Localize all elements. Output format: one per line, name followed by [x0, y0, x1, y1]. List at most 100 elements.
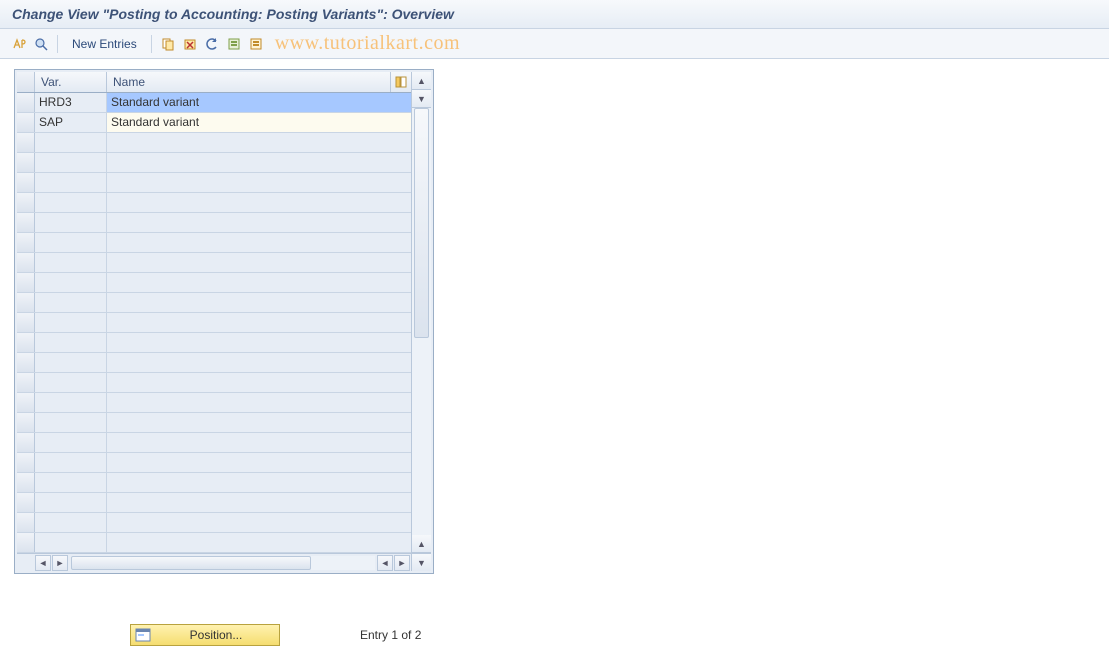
- cell-name[interactable]: [107, 273, 411, 292]
- cell-name[interactable]: [107, 133, 411, 152]
- row-selector[interactable]: [17, 413, 35, 432]
- cell-var[interactable]: [35, 253, 107, 272]
- cell-var[interactable]: [35, 173, 107, 192]
- table-row-empty[interactable]: [17, 153, 411, 173]
- cell-name[interactable]: [107, 253, 411, 272]
- cell-name[interactable]: [107, 353, 411, 372]
- position-button[interactable]: Position...: [130, 624, 280, 646]
- cell-name[interactable]: [107, 533, 411, 552]
- cell-var[interactable]: [35, 313, 107, 332]
- row-selector[interactable]: [17, 293, 35, 312]
- table-row-empty[interactable]: [17, 293, 411, 313]
- row-selector[interactable]: [17, 253, 35, 272]
- cell-var[interactable]: HRD3: [35, 93, 107, 112]
- cell-name[interactable]: [107, 393, 411, 412]
- cell-var[interactable]: [35, 433, 107, 452]
- table-row-empty[interactable]: [17, 373, 411, 393]
- table-row-empty[interactable]: [17, 353, 411, 373]
- hscroll-left-icon[interactable]: ◄: [35, 555, 51, 571]
- row-selector[interactable]: [17, 153, 35, 172]
- cell-name[interactable]: [107, 213, 411, 232]
- column-header-name[interactable]: Name: [107, 72, 391, 92]
- cell-var[interactable]: [35, 393, 107, 412]
- cell-name[interactable]: [107, 233, 411, 252]
- cell-var[interactable]: [35, 213, 107, 232]
- row-selector[interactable]: [17, 113, 35, 132]
- row-selector[interactable]: [17, 513, 35, 532]
- cell-var[interactable]: [35, 193, 107, 212]
- cell-name[interactable]: [107, 473, 411, 492]
- cell-var[interactable]: [35, 453, 107, 472]
- select-all-header[interactable]: [17, 72, 35, 92]
- cell-name[interactable]: [107, 453, 411, 472]
- toggle-display-icon[interactable]: [10, 35, 28, 53]
- table-row-empty[interactable]: [17, 313, 411, 333]
- table-row-empty[interactable]: [17, 273, 411, 293]
- table-row-empty[interactable]: [17, 333, 411, 353]
- cell-name[interactable]: [107, 293, 411, 312]
- vscroll-down2-icon[interactable]: ▼: [412, 553, 431, 571]
- cell-var[interactable]: [35, 333, 107, 352]
- cell-name[interactable]: [107, 193, 411, 212]
- row-selector[interactable]: [17, 133, 35, 152]
- row-selector[interactable]: [17, 233, 35, 252]
- hscroll-thumb[interactable]: [71, 556, 311, 570]
- cell-name[interactable]: [107, 173, 411, 192]
- table-row-empty[interactable]: [17, 393, 411, 413]
- table-row-empty[interactable]: [17, 493, 411, 513]
- table-row-empty[interactable]: [17, 133, 411, 153]
- cell-name[interactable]: [107, 493, 411, 512]
- cell-name[interactable]: [107, 313, 411, 332]
- cell-var[interactable]: [35, 473, 107, 492]
- cell-name[interactable]: [107, 333, 411, 352]
- table-row-empty[interactable]: [17, 193, 411, 213]
- vscroll-down-icon[interactable]: ▼: [412, 90, 431, 108]
- cell-name[interactable]: [107, 153, 411, 172]
- cell-var[interactable]: [35, 413, 107, 432]
- cell-name[interactable]: [107, 373, 411, 392]
- table-row-empty[interactable]: [17, 533, 411, 553]
- row-selector[interactable]: [17, 93, 35, 112]
- cell-var[interactable]: [35, 513, 107, 532]
- column-header-var[interactable]: Var.: [35, 72, 107, 92]
- cell-var[interactable]: [35, 493, 107, 512]
- new-entries-button[interactable]: New Entries: [65, 34, 144, 54]
- cell-name[interactable]: [107, 413, 411, 432]
- table-row[interactable]: SAPStandard variant: [17, 113, 411, 133]
- vscroll-up-icon[interactable]: ▲: [412, 72, 431, 90]
- row-selector[interactable]: [17, 213, 35, 232]
- row-selector[interactable]: [17, 333, 35, 352]
- hscroll-left2-icon[interactable]: ◄: [377, 555, 393, 571]
- select-all-icon[interactable]: [225, 35, 243, 53]
- deselect-all-icon[interactable]: [247, 35, 265, 53]
- table-row-empty[interactable]: [17, 413, 411, 433]
- table-row-empty[interactable]: [17, 253, 411, 273]
- cell-var[interactable]: SAP: [35, 113, 107, 132]
- row-selector[interactable]: [17, 533, 35, 552]
- vscroll-up2-icon[interactable]: ▲: [412, 535, 431, 553]
- copy-icon[interactable]: [159, 35, 177, 53]
- row-selector[interactable]: [17, 193, 35, 212]
- cell-var[interactable]: [35, 233, 107, 252]
- cell-var[interactable]: [35, 273, 107, 292]
- hscroll-track[interactable]: [71, 556, 375, 570]
- table-row-empty[interactable]: [17, 453, 411, 473]
- cell-var[interactable]: [35, 133, 107, 152]
- table-row-empty[interactable]: [17, 173, 411, 193]
- table-row-empty[interactable]: [17, 233, 411, 253]
- row-selector[interactable]: [17, 313, 35, 332]
- hscroll-right-icon[interactable]: ►: [52, 555, 68, 571]
- table-row-empty[interactable]: [17, 213, 411, 233]
- table-row[interactable]: HRD3Standard variant: [17, 93, 411, 113]
- cell-name[interactable]: [107, 433, 411, 452]
- configure-columns-icon[interactable]: [391, 72, 411, 92]
- vscroll-track[interactable]: [412, 108, 431, 535]
- row-selector[interactable]: [17, 353, 35, 372]
- row-selector[interactable]: [17, 173, 35, 192]
- row-selector[interactable]: [17, 433, 35, 452]
- table-row-empty[interactable]: [17, 473, 411, 493]
- cell-var[interactable]: [35, 353, 107, 372]
- row-selector[interactable]: [17, 273, 35, 292]
- delete-icon[interactable]: [181, 35, 199, 53]
- find-icon[interactable]: [32, 35, 50, 53]
